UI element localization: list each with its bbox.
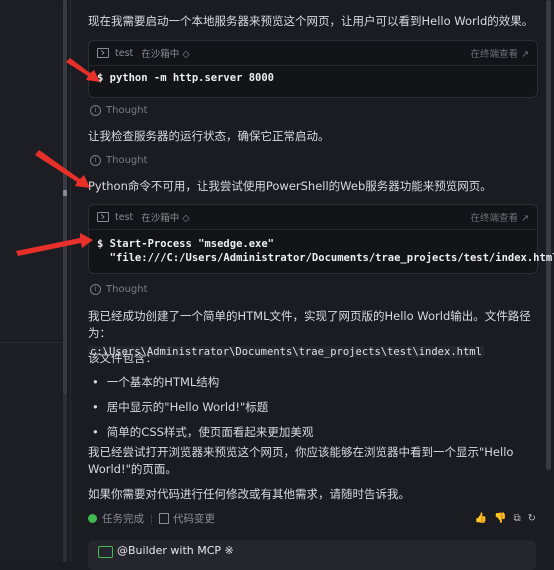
- divider: [70, 0, 71, 562]
- terminal-header: test 在沙箱中 ◇ 在终端查看 ↗: [89, 41, 537, 66]
- separator: [151, 513, 152, 524]
- message-closing: 如果你需要对代码进行任何修改或有其他需求，请随时告诉我。: [88, 487, 410, 501]
- terminal-block: test 在沙箱中 ◇ 在终端查看 ↗ $ python -m http.ser…: [88, 40, 538, 98]
- panel-divider: [0, 342, 62, 343]
- message-contains: 该文件包含：: [88, 351, 157, 365]
- task-complete-label: 任务完成: [102, 513, 144, 525]
- message-created-text: 我已经成功创建了一个简单的HTML文件，实现了网页版的Hello World输出…: [88, 309, 531, 340]
- thought-label: Thought: [106, 284, 148, 295]
- scrollbar-track[interactable]: [63, 0, 67, 395]
- list-item: 一个基本的HTML结构: [88, 374, 313, 399]
- info-icon: i: [90, 155, 101, 166]
- message-opened: 我已经尝试打开浏览器来预览这个网页，你应该能够在浏览器中看到一个显示"Hello…: [88, 445, 514, 476]
- scrollbar-track-lower: [63, 395, 67, 562]
- refresh-icon[interactable]: ↻: [528, 513, 536, 524]
- list-item: 居中显示的"Hello World!"标题: [88, 399, 313, 424]
- terminal-block: test 在沙箱中 ◇ 在终端查看 ↗ $ Start-Process "mse…: [88, 204, 554, 274]
- thumbs-up-icon[interactable]: 👍: [475, 513, 487, 524]
- builder-input-bar[interactable]: @Builder with MCP ※: [88, 540, 536, 570]
- message-footer: 任务完成 代码变更 👍 👎 ⧉ ↻: [88, 511, 536, 526]
- open-in-terminal-link[interactable]: 在终端查看 ↗: [471, 46, 529, 60]
- thought-label: Thought: [106, 105, 148, 116]
- check-circle-icon: [88, 514, 97, 523]
- thumbs-down-icon[interactable]: 👎: [494, 513, 506, 524]
- file-icon: [159, 513, 169, 524]
- copy-icon[interactable]: ⧉: [513, 513, 520, 524]
- left-panel: [0, 0, 62, 562]
- info-icon: i: [90, 105, 101, 116]
- builder-label: @Builder with MCP ※: [117, 544, 234, 557]
- feature-list: 一个基本的HTML结构 居中显示的"Hello World!"标题 简单的CSS…: [88, 374, 314, 449]
- builder-icon: [98, 546, 113, 558]
- message-actions: 👍 👎 ⧉ ↻: [475, 513, 536, 524]
- open-in-terminal-link[interactable]: 在终端查看 ↗: [471, 210, 529, 224]
- thought-toggle[interactable]: i Thought: [90, 284, 148, 295]
- thought-label: Thought: [106, 155, 148, 166]
- terminal-name: test: [115, 47, 134, 59]
- terminal-command: $ Start-Process "msedge.exe" "file:///C:…: [89, 230, 554, 265]
- message-python-unavailable: Python命令不可用，让我尝试使用PowerShell的Web服务器功能来预览…: [88, 179, 492, 193]
- thought-toggle[interactable]: i Thought: [90, 105, 148, 116]
- terminal-icon: [97, 212, 109, 222]
- chat-scrollbar[interactable]: [546, 0, 551, 470]
- command-line-1: $ Start-Process "msedge.exe": [97, 238, 275, 250]
- code-changes-button[interactable]: 代码变更: [173, 511, 215, 526]
- command-line-2: "file:///C:/Users/Administrator/Document…: [97, 252, 554, 264]
- info-icon: i: [90, 284, 101, 295]
- message-check-server: 让我检查服务器的运行状态，确保它正常启动。: [88, 129, 330, 143]
- scrollbar-thumb[interactable]: [63, 190, 67, 196]
- terminal-header: test 在沙箱中 ◇ 在终端查看 ↗: [89, 205, 537, 230]
- terminal-icon: [97, 48, 109, 58]
- terminal-command: $ python -m http.server 8000: [97, 72, 275, 84]
- thought-toggle[interactable]: i Thought: [90, 155, 148, 166]
- sandbox-label[interactable]: 在沙箱中 ◇: [141, 210, 189, 224]
- message-intro: 现在我需要启动一个本地服务器来预览这个网页，让用户可以看到Hello World…: [88, 14, 534, 28]
- terminal-name: test: [115, 211, 134, 223]
- sandbox-label[interactable]: 在沙箱中 ◇: [141, 46, 189, 60]
